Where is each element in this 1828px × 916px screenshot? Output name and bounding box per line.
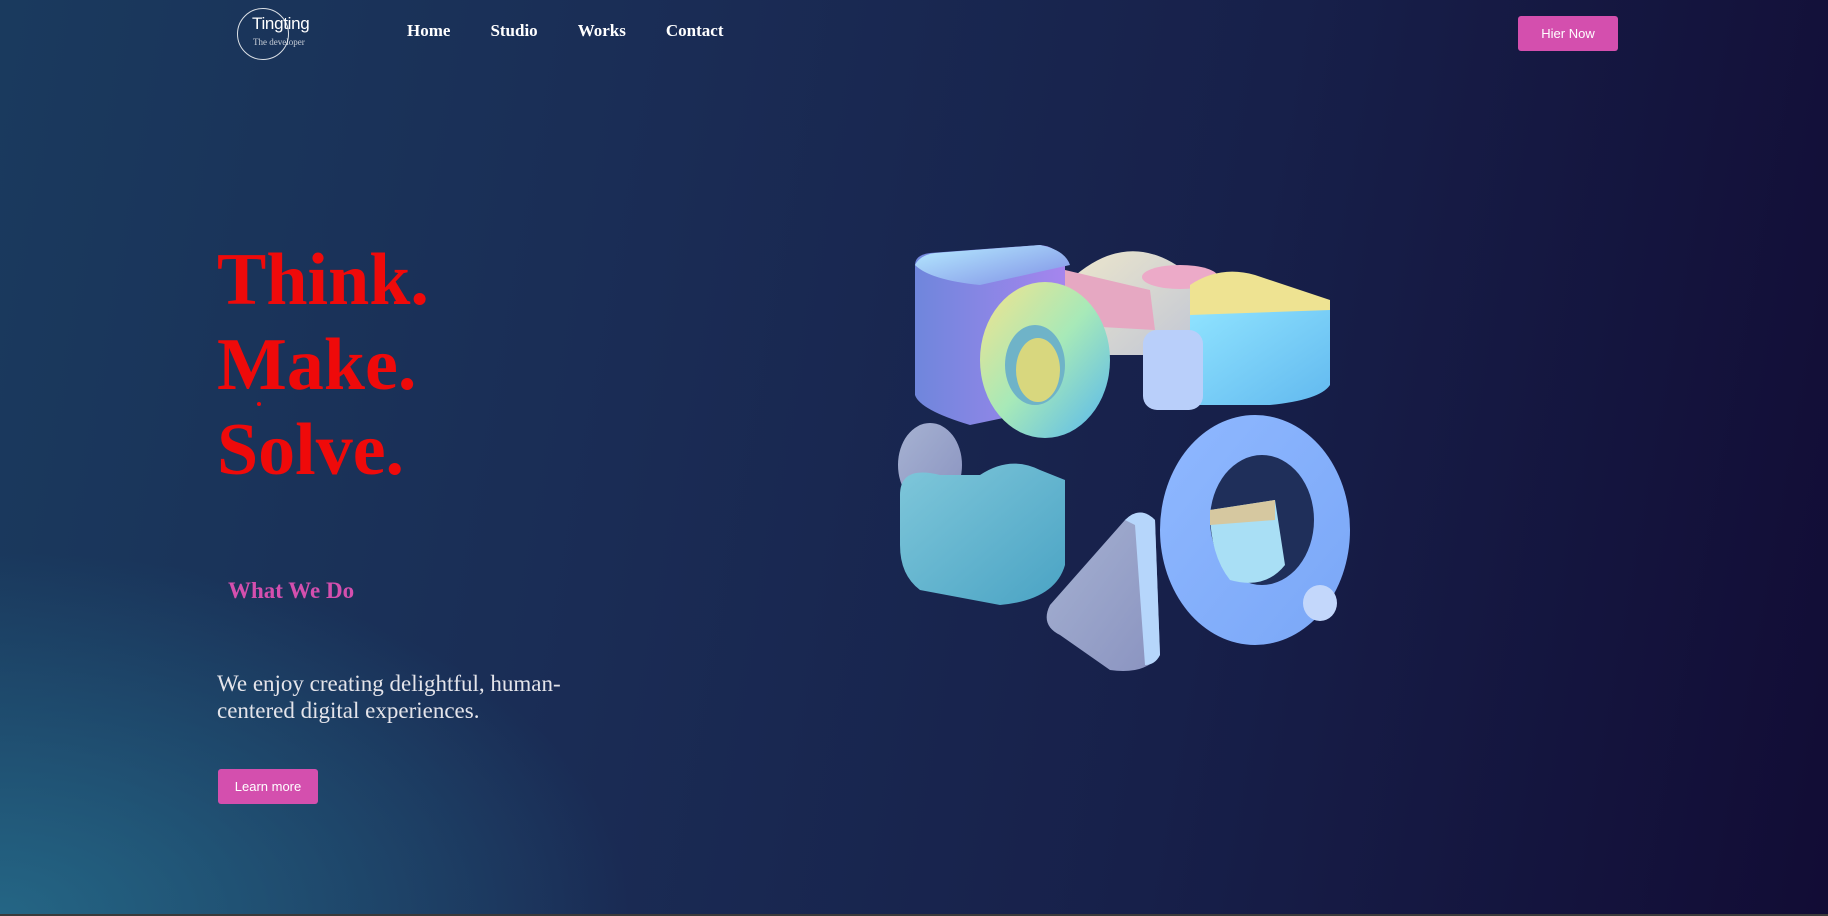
what-we-do-heading: What We Do — [228, 578, 355, 603]
hire-now-button[interactable]: Hier Now — [1518, 16, 1618, 51]
nav-contact[interactable]: Contact — [666, 21, 724, 41]
hero-headline: Think. Make. Solve. — [217, 238, 429, 493]
main-nav: Home Studio Works Contact — [407, 21, 723, 41]
headline-line-make: Make. — [217, 324, 417, 406]
logo-tagline: The developer — [253, 37, 305, 47]
learn-more-button[interactable]: Learn more — [218, 769, 318, 804]
abstract-3d-shapes-icon — [898, 245, 1350, 671]
nav-home[interactable]: Home — [407, 21, 450, 41]
headline-line-think: Think. — [217, 239, 429, 321]
decorative-dot — [257, 402, 261, 406]
nav-works[interactable]: Works — [578, 21, 626, 41]
nav-studio[interactable]: Studio — [490, 21, 537, 41]
headline-line-solve: Solve. — [217, 409, 405, 491]
hero-description: We enjoy creating delightful, human-cent… — [217, 671, 561, 723]
logo-name[interactable]: Tingting — [252, 14, 310, 34]
